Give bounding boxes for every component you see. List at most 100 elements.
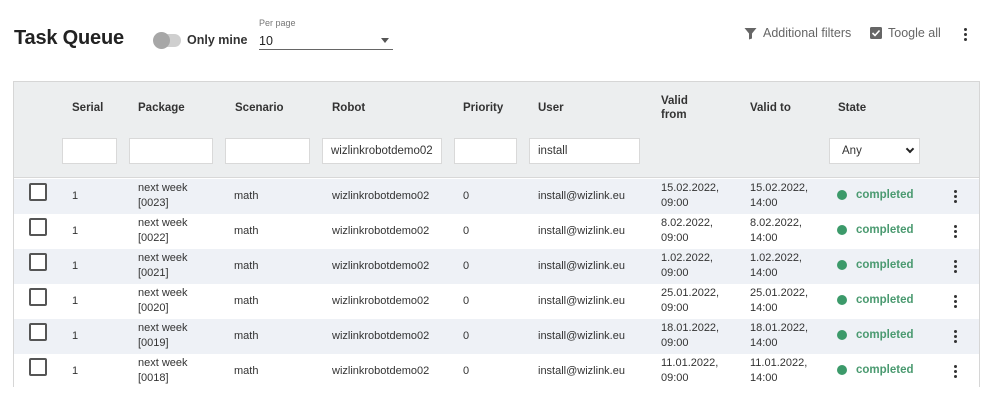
cell-serial: 1 bbox=[72, 365, 79, 377]
row-checkbox[interactable] bbox=[29, 253, 47, 271]
cell-scenario: math bbox=[234, 190, 259, 202]
cell-valid-from-date: 11.01.2022, bbox=[661, 357, 719, 369]
filter-package-input[interactable] bbox=[129, 138, 213, 164]
cell-valid-to: 11.01.2022, 14:00 bbox=[750, 356, 807, 386]
column-scenario[interactable]: Scenario bbox=[235, 101, 284, 115]
status-label: completed bbox=[856, 294, 914, 306]
toggle-knob[interactable] bbox=[153, 31, 170, 49]
additional-filters-button[interactable]: Additional filters bbox=[744, 26, 851, 40]
cell-valid-from: 18.01.2022, 09:00 bbox=[661, 321, 719, 351]
filter-icon bbox=[744, 27, 757, 39]
table-row[interactable]: 1 next week [0022] math wizlinkrobotdemo02 0 i… bbox=[14, 214, 979, 249]
cell-valid-from-time: 09:00 bbox=[661, 232, 689, 244]
cell-package-line2: [0022] bbox=[138, 232, 169, 244]
status-dot-icon bbox=[837, 295, 847, 305]
cell-package-line2: [0021] bbox=[138, 267, 169, 279]
table-row[interactable]: 1 next week [0023] math wizlinkrobotdemo02 0 i… bbox=[14, 179, 979, 214]
cell-serial: 1 bbox=[72, 260, 79, 272]
column-serial[interactable]: Serial bbox=[72, 101, 103, 115]
cell-valid-from-time: 09:00 bbox=[661, 302, 689, 314]
cell-valid-to-time: 14:00 bbox=[750, 302, 778, 314]
filter-scenario-input[interactable] bbox=[225, 138, 310, 164]
cell-valid-from-time: 09:00 bbox=[661, 372, 689, 384]
cell-valid-from: 15.02.2022, 09:00 bbox=[661, 181, 719, 211]
cell-package-line1: next week bbox=[138, 287, 188, 299]
row-checkbox[interactable] bbox=[29, 288, 47, 306]
cell-user: install@wizlink.eu bbox=[538, 190, 625, 202]
cell-valid-to: 18.01.2022, 14:00 bbox=[750, 321, 808, 351]
table-row[interactable]: 1 next week [0018] math wizlinkrobotdemo02 0 i… bbox=[14, 354, 979, 389]
more-options-icon[interactable] bbox=[957, 27, 973, 43]
cell-valid-to-time: 14:00 bbox=[750, 372, 778, 384]
row-menu-icon[interactable] bbox=[951, 365, 959, 378]
column-valid-to[interactable]: Valid to bbox=[750, 101, 791, 115]
toggle-track[interactable] bbox=[153, 31, 181, 49]
cell-valid-to: 1.02.2022, 14:00 bbox=[750, 251, 802, 281]
row-menu-icon[interactable] bbox=[951, 190, 959, 203]
cell-serial: 1 bbox=[72, 225, 79, 237]
row-checkbox[interactable] bbox=[29, 358, 47, 376]
status-label: completed bbox=[856, 329, 914, 341]
cell-valid-to-date: 8.02.2022, bbox=[750, 217, 802, 229]
row-menu-icon[interactable] bbox=[951, 295, 959, 308]
cell-package-line1: next week bbox=[138, 217, 188, 229]
cell-robot: wizlinkrobotdemo02 bbox=[332, 190, 430, 202]
cell-package-line2: [0020] bbox=[138, 302, 169, 314]
cell-valid-from-time: 09:00 bbox=[661, 197, 689, 209]
status-dot-icon bbox=[837, 330, 847, 340]
cell-valid-from-date: 8.02.2022, bbox=[661, 217, 713, 229]
filter-user-input[interactable]: install bbox=[529, 138, 640, 164]
cell-robot: wizlinkrobotdemo02 bbox=[332, 330, 430, 342]
cell-scenario: math bbox=[234, 295, 259, 307]
table-row[interactable]: 1 next week [0020] math wizlinkrobotdemo02 0 i… bbox=[14, 284, 979, 319]
table-row[interactable]: 1 next week [0021] math wizlinkrobotdemo02 0 i… bbox=[14, 249, 979, 284]
column-state[interactable]: State bbox=[838, 101, 866, 115]
cell-package: next week [0021] bbox=[138, 251, 188, 281]
cell-valid-from: 25.01.2022, 09:00 bbox=[661, 286, 719, 316]
cell-robot: wizlinkrobotdemo02 bbox=[332, 365, 430, 377]
cell-valid-to-time: 14:00 bbox=[750, 232, 778, 244]
cell-serial: 1 bbox=[72, 330, 79, 342]
cell-user: install@wizlink.eu bbox=[538, 295, 625, 307]
per-page-field[interactable]: 10 bbox=[259, 32, 393, 50]
column-robot[interactable]: Robot bbox=[332, 101, 365, 115]
only-mine-toggle[interactable]: Only mine bbox=[153, 31, 247, 49]
cell-priority: 0 bbox=[463, 225, 470, 237]
column-package[interactable]: Package bbox=[138, 101, 185, 115]
column-valid-from[interactable]: Valid from bbox=[661, 94, 688, 122]
row-checkbox[interactable] bbox=[29, 218, 47, 236]
chevron-down-icon bbox=[905, 144, 915, 154]
cell-robot: wizlinkrobotdemo02 bbox=[332, 225, 430, 237]
cell-valid-to: 15.02.2022, 14:00 bbox=[750, 181, 808, 211]
cell-scenario: math bbox=[234, 365, 259, 377]
row-menu-icon[interactable] bbox=[951, 260, 959, 273]
toggle-all-button[interactable]: Toogle all bbox=[870, 26, 941, 40]
row-menu-icon[interactable] bbox=[951, 225, 959, 238]
cell-valid-to: 25.01.2022, 14:00 bbox=[750, 286, 808, 316]
cell-package-line2: [0023] bbox=[138, 197, 169, 209]
status-badge: completed bbox=[837, 189, 914, 201]
table-row[interactable]: 1 next week [0019] math wizlinkrobotdemo02 0 i… bbox=[14, 319, 979, 354]
toggle-all-label: Toogle all bbox=[888, 26, 941, 40]
cell-valid-to-date: 18.01.2022, bbox=[750, 322, 809, 334]
cell-valid-from-date: 18.01.2022, bbox=[661, 322, 720, 334]
cell-valid-from: 11.01.2022, 09:00 bbox=[661, 356, 718, 386]
cell-valid-from: 8.02.2022, 09:00 bbox=[661, 216, 713, 246]
column-user[interactable]: User bbox=[538, 101, 564, 115]
cell-user: install@wizlink.eu bbox=[538, 330, 625, 342]
filter-robot-input[interactable]: wizlinkrobotdemo02 bbox=[322, 138, 442, 164]
row-checkbox[interactable] bbox=[29, 323, 47, 341]
row-checkbox[interactable] bbox=[29, 183, 47, 201]
filter-state-select[interactable]: Any bbox=[829, 138, 920, 164]
cell-valid-to-date: 1.02.2022, bbox=[750, 252, 802, 264]
column-priority[interactable]: Priority bbox=[463, 101, 503, 115]
status-label: completed bbox=[856, 189, 914, 201]
filter-serial-input[interactable] bbox=[62, 138, 117, 164]
filter-priority-input[interactable] bbox=[454, 138, 517, 164]
page-title: Task Queue bbox=[14, 27, 124, 49]
row-menu-icon[interactable] bbox=[951, 330, 959, 343]
cell-package: next week [0020] bbox=[138, 286, 188, 316]
per-page-select[interactable]: Per page 10 bbox=[259, 18, 393, 50]
cell-priority: 0 bbox=[463, 190, 470, 202]
status-badge: completed bbox=[837, 329, 914, 341]
